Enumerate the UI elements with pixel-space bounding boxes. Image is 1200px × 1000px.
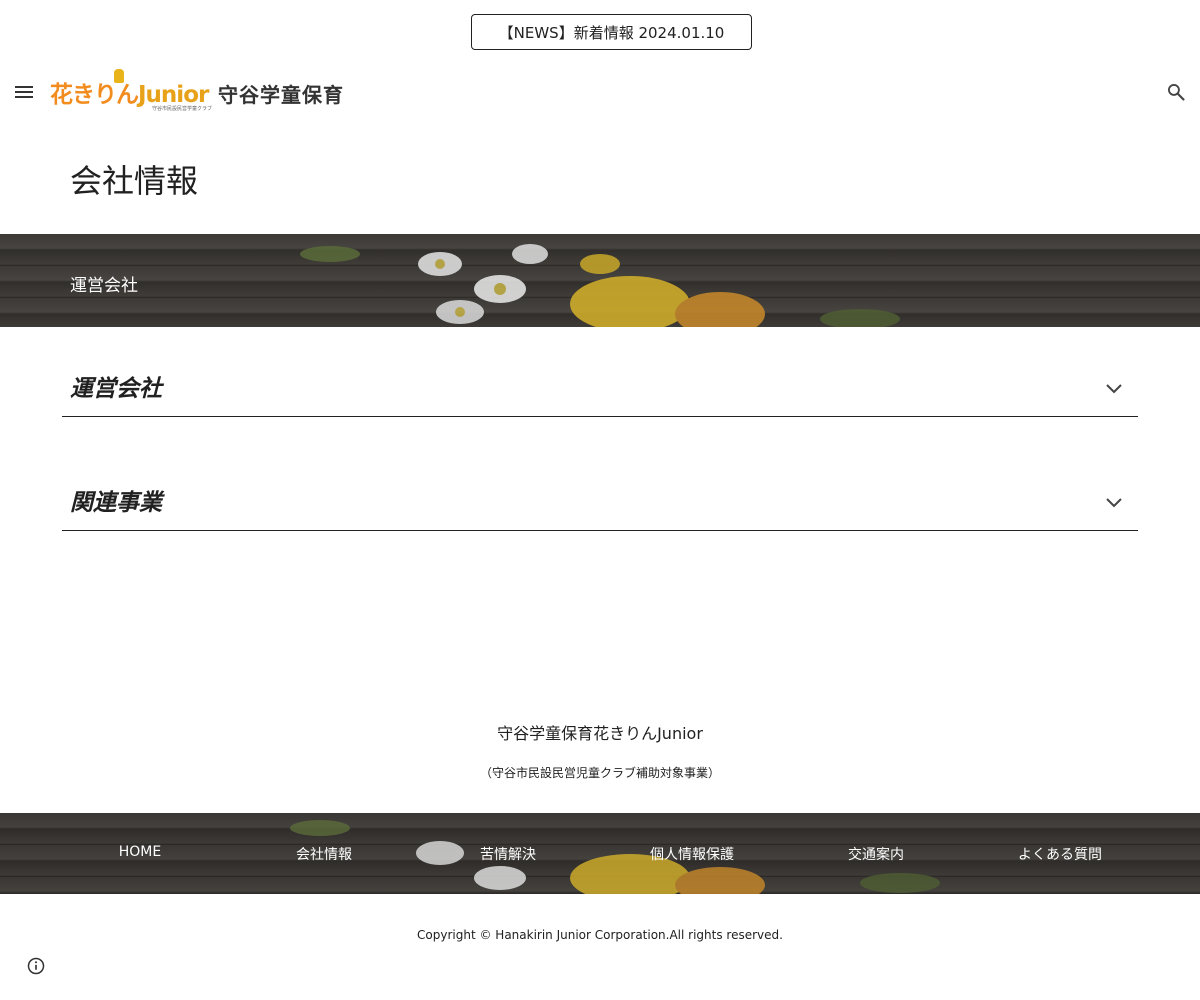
- accordion-title: 関連事業: [70, 490, 162, 516]
- site-logo[interactable]: 花きりんJunior 守谷市民設民営学童クラブ: [50, 69, 212, 112]
- footer-nav-complaints[interactable]: 苦情解決: [416, 844, 600, 864]
- footer-nav: HOME 会社情報 苦情解決 個人情報保護 交通案内 よくある質問: [0, 813, 1200, 894]
- accordion-related-business[interactable]: 関連事業: [62, 471, 1138, 531]
- copyright: Copyright © Hanakirin Junior Corporation…: [417, 928, 783, 942]
- footer-nav-faq[interactable]: よくある質問: [968, 844, 1152, 864]
- menu-icon[interactable]: [14, 82, 34, 102]
- footer-nav-access[interactable]: 交通案内: [784, 844, 968, 864]
- footer-subtitle: （守谷市民設民営児童クラブ補助対象事業）: [479, 766, 720, 780]
- banner-text: 運営会社: [70, 276, 138, 296]
- chevron-down-icon[interactable]: [1102, 491, 1126, 515]
- footer-nav-home[interactable]: HOME: [48, 844, 232, 860]
- footer-site-name: 守谷学童保育花きりんJunior: [497, 724, 703, 743]
- info-icon[interactable]: [27, 957, 45, 975]
- news-button[interactable]: 【NEWS】新着情報 2024.01.10: [471, 14, 752, 50]
- site-header: 花きりんJunior 守谷市民設民営学童クラブ 守谷学童保育: [0, 64, 1200, 120]
- accordion-title: 運営会社: [70, 376, 162, 402]
- footer-nav-privacy[interactable]: 個人情報保護: [600, 844, 784, 864]
- page-title: 会社情報: [70, 162, 199, 200]
- site-title[interactable]: 守谷学童保育: [218, 79, 344, 108]
- section-banner: 運営会社: [0, 234, 1200, 327]
- accordion-operating-company[interactable]: 運営会社: [62, 357, 1138, 417]
- logo-text: 花きりんJunior: [50, 82, 209, 108]
- footer-nav-company[interactable]: 会社情報: [232, 844, 416, 864]
- flower-decoration: [300, 244, 900, 327]
- search-icon[interactable]: [1166, 82, 1186, 102]
- logo-subtext: 守谷市民設民営学童クラブ: [152, 106, 213, 112]
- news-button-label: 【NEWS】新着情報 2024.01.10: [498, 23, 725, 42]
- chevron-down-icon[interactable]: [1102, 377, 1126, 401]
